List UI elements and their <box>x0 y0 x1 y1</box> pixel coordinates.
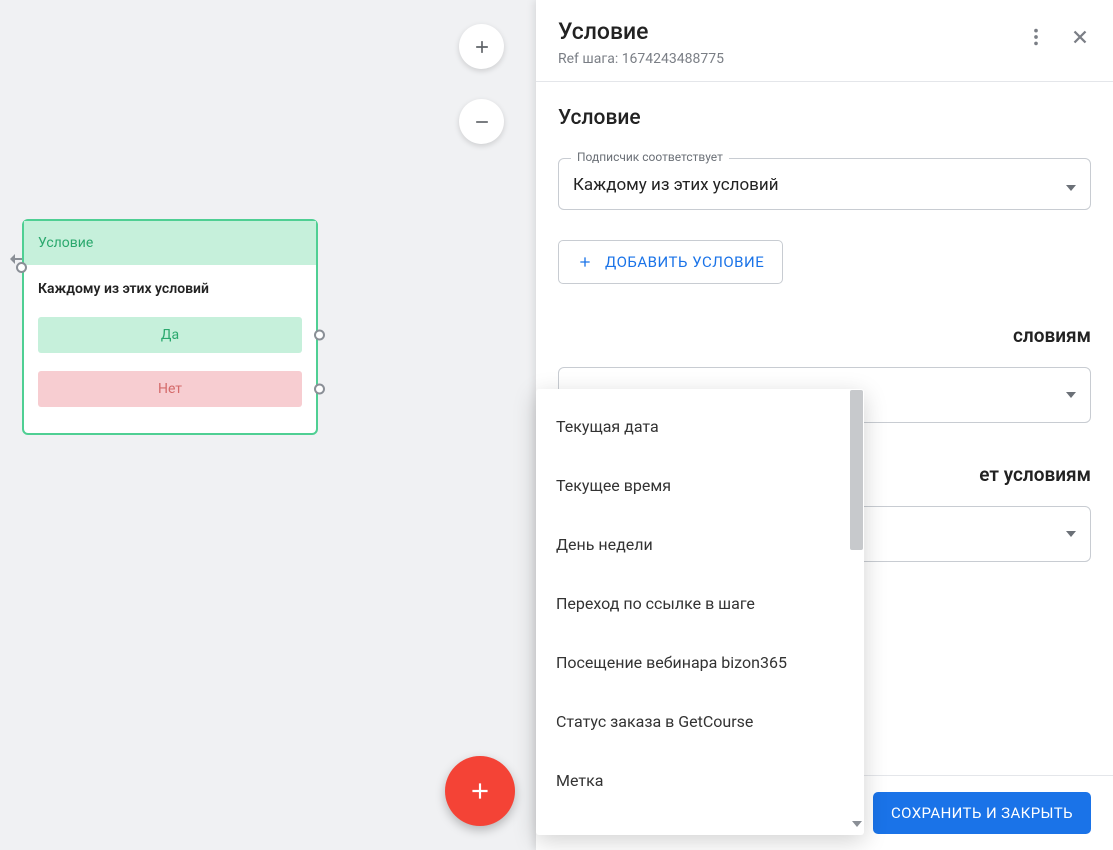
add-condition-label: ДОБАВИТЬ УСЛОВИЕ <box>605 253 764 271</box>
then-title: словиям <box>558 324 1091 347</box>
panel-header-actions <box>1025 18 1091 48</box>
add-condition-button[interactable]: ДОБАВИТЬ УСЛОВИЕ <box>558 240 783 284</box>
branch-no-label: Нет <box>158 381 182 397</box>
canvas[interactable]: Условие Каждому из этих условий Да Нет <box>0 0 535 850</box>
plus-icon <box>472 37 492 57</box>
port-in[interactable] <box>16 262 27 273</box>
minus-icon <box>472 112 492 132</box>
chevron-down-icon <box>1066 392 1076 398</box>
panel-header-left: Условие Ref шага: 1674243488775 <box>558 18 1025 67</box>
kebab-icon <box>1025 26 1047 48</box>
chevron-down-icon <box>1066 176 1076 195</box>
branch-no[interactable]: Нет <box>38 371 302 407</box>
zoom-controls <box>459 24 504 144</box>
node-body: Каждому из этих условий Да Нет <box>24 265 316 433</box>
menu-item[interactable]: Статус заказа в GetCourse <box>536 692 864 751</box>
menu-item[interactable]: Текущее время <box>536 456 864 515</box>
scrollbar-thumb[interactable] <box>850 390 863 550</box>
panel-title: Условие <box>558 18 1025 45</box>
node-match-label: Каждому из этих условий <box>38 281 302 297</box>
subscriber-match-value: Каждому из этих условий <box>573 175 779 195</box>
menu-item[interactable]: Текущая дата <box>536 397 864 456</box>
subscriber-match-select[interactable]: Подписчик соответствует Каждому из этих … <box>558 158 1091 210</box>
node-title: Условие <box>38 235 93 251</box>
divider <box>536 81 1113 82</box>
incoming-connector <box>11 258 22 260</box>
zoom-out-button[interactable] <box>459 99 504 144</box>
side-panel: Условие Ref шага: 1674243488775 Условие … <box>536 0 1113 850</box>
chevron-down-icon <box>852 812 862 831</box>
menu-item[interactable]: Метка <box>536 751 864 810</box>
close-button[interactable] <box>1069 26 1091 48</box>
menu-item[interactable]: День недели <box>536 515 864 574</box>
plus-icon <box>467 778 493 804</box>
menu-item[interactable]: Переход по ссылке в шаге <box>536 574 864 633</box>
panel-ref: Ref шага: 1674243488775 <box>558 51 1025 67</box>
add-step-fab[interactable] <box>445 756 515 826</box>
panel-body: Условие Подписчик соответствует Каждому … <box>536 81 1113 775</box>
port-out-no[interactable] <box>314 384 325 395</box>
plus-icon <box>577 254 593 270</box>
zoom-in-button[interactable] <box>459 24 504 69</box>
condition-node[interactable]: Условие Каждому из этих условий Да Нет <box>22 219 318 435</box>
branch-yes[interactable]: Да <box>38 317 302 353</box>
subscriber-match-label: Подписчик соответствует <box>571 150 729 164</box>
close-icon <box>1069 26 1091 48</box>
node-header: Условие <box>24 221 316 265</box>
section-condition-title: Условие <box>558 106 1091 130</box>
chevron-down-icon <box>1066 531 1076 537</box>
save-close-button[interactable]: СОХРАНИТЬ И ЗАКРЫТЬ <box>873 792 1091 834</box>
more-button[interactable] <box>1025 26 1047 48</box>
panel-header: Условие Ref шага: 1674243488775 <box>536 0 1113 81</box>
branch-yes-label: Да <box>161 327 179 343</box>
condition-type-menu[interactable]: Текущая дата Текущее время День недели П… <box>536 389 864 835</box>
menu-list[interactable]: Текущая дата Текущее время День недели П… <box>536 389 864 835</box>
port-out-yes[interactable] <box>314 330 325 341</box>
menu-item[interactable]: Посещение вебинара bizon365 <box>536 633 864 692</box>
